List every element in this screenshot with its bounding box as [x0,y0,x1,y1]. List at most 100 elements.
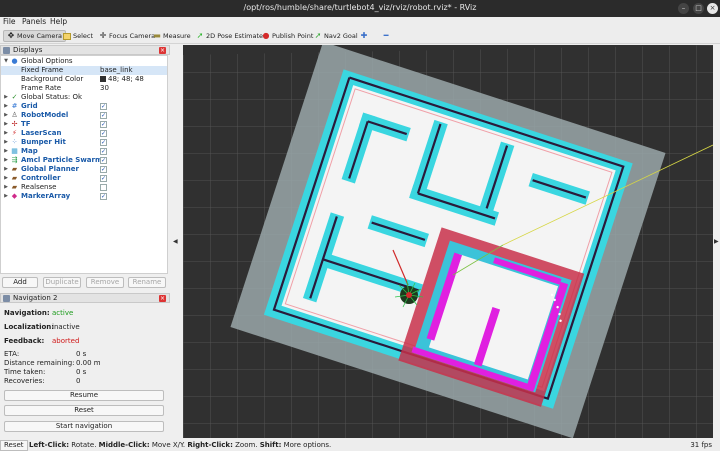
row-name: LaserScan [21,129,62,137]
enabled-checkbox[interactable]: ✓ [100,121,107,128]
robot-icon: ♙ [11,111,18,119]
pose-estimate-tool[interactable]: ➚ 2D Pose Estimate [193,30,266,42]
close-icon[interactable]: × [707,3,718,14]
measure-tool[interactable]: ▬ Measure [150,30,194,42]
panel-icon [3,295,10,302]
disabled-checkbox[interactable] [100,184,107,191]
publish-point-label: Publish Point [272,32,314,40]
enabled-checkbox[interactable]: ✓ [100,139,107,146]
maximize-icon[interactable]: □ [693,3,704,14]
collapsed-arrow-icon[interactable]: ▶ [3,183,9,192]
displays-tree: ▼ ● Global Options Fixed Frame base_link… [0,55,168,274]
enabled-checkbox[interactable]: ✓ [100,148,107,155]
tree-row-grid[interactable]: ▶ # Grid ✓ [1,102,167,111]
color-swatch [100,76,106,82]
collapsed-arrow-icon[interactable]: ▶ [3,156,9,165]
menu-help[interactable]: Help [50,17,67,26]
tree-row-realsense[interactable]: ▶ ▰ Realsense [1,183,167,192]
enabled-checkbox[interactable]: ✓ [100,130,107,137]
eta-label: ETA: [4,350,20,358]
reset-button[interactable]: Reset [4,405,164,416]
collapsed-arrow-icon[interactable]: ▶ [3,138,9,147]
menu-panels[interactable]: Panels [22,17,46,26]
tree-row-global-status[interactable]: ▶ ✓ Global Status: Ok [1,93,167,102]
row-name: Bumper Hit [21,138,66,146]
tree-row-tf[interactable]: ▶ ✢ TF ✓ [1,120,167,129]
collapsed-arrow-icon[interactable]: ▶ [3,165,9,174]
localization-status: inactive [52,323,80,331]
marker-icon: ◆ [11,192,18,200]
focus-camera-tool[interactable]: ✛ Focus Camera [96,30,158,42]
camera-move-icon: ✥ [7,31,15,40]
remove-display-button[interactable]: Remove [86,277,124,288]
tree-row-map[interactable]: ▶ ▦ Map ✓ [1,147,167,156]
enabled-checkbox[interactable]: ✓ [100,193,107,200]
hint-middle-action: Move X/Y. [149,441,188,449]
rename-display-button[interactable]: Rename [128,277,166,288]
tree-row-background-color[interactable]: Background Color 48; 48; 48 [1,75,167,84]
remove-tool-button[interactable]: ━ [379,30,393,42]
collapsed-arrow-icon[interactable]: ▶ [3,174,9,183]
row-name: Grid [21,102,38,110]
collapse-right-icon[interactable]: ▶ [714,238,719,245]
3d-viewport[interactable] [183,45,713,438]
nav2-goal-tool[interactable]: ➚ Nav2 Goal [311,30,361,42]
tree-row-frame-rate[interactable]: Frame Rate 30 [1,84,167,93]
collapsed-arrow-icon[interactable]: ▶ [3,93,9,102]
add-tool-button[interactable]: ✚ [357,30,371,42]
tree-row-global-planner[interactable]: ▶ ▰ Global Planner ✓ [1,165,167,174]
select-tool[interactable]: Select [60,30,96,42]
row-name: Map [21,147,38,155]
ruler-icon: ▬ [153,31,161,40]
navigation-label: Navigation: [4,309,50,317]
close-panel-icon[interactable]: × [159,47,166,54]
tree-row-robotmodel[interactable]: ▶ ♙ RobotModel ✓ [1,111,167,120]
collapsed-arrow-icon[interactable]: ▶ [3,192,9,201]
minimize-icon[interactable]: – [678,3,689,14]
row-name: Frame Rate [21,84,62,92]
frame-rate-value[interactable]: 30 [100,84,109,93]
scene-canvas[interactable] [183,45,713,438]
start-navigation-button[interactable]: Start navigation [4,421,164,432]
enabled-checkbox[interactable]: ✓ [100,157,107,164]
collapsed-arrow-icon[interactable]: ▶ [3,102,9,111]
tree-row-bumper-hit[interactable]: ▶ ⁘ Bumper Hit ✓ [1,138,167,147]
fixed-frame-value[interactable]: base_link [100,66,133,75]
collapsed-arrow-icon[interactable]: ▶ [3,129,9,138]
check-status-icon: ✓ [11,93,18,101]
resume-button[interactable]: Resume [4,390,164,401]
tree-row-global-options[interactable]: ▼ ● Global Options [1,57,167,66]
enabled-checkbox[interactable]: ✓ [100,175,107,182]
duplicate-display-button[interactable]: Duplicate [43,277,81,288]
tree-row-markerarray[interactable]: ▶ ◆ MarkerArray ✓ [1,192,167,201]
focus-camera-label: Focus Camera [109,32,156,40]
tree-row-amcl-particle-swarm[interactable]: ▶ ⇶ Amcl Particle Swarm ✓ [1,156,167,165]
enabled-checkbox[interactable]: ✓ [100,166,107,173]
tree-row-laserscan[interactable]: ▶ ⚡ LaserScan ✓ [1,129,167,138]
menu-file[interactable]: File [3,17,16,26]
navigation-panel: Navigation: active Localization: inactiv… [0,304,170,438]
time-taken-value: 0 s [76,368,87,376]
collapsed-arrow-icon[interactable]: ▶ [3,147,9,156]
collapsed-arrow-icon[interactable]: ▶ [3,111,9,120]
tree-row-controller[interactable]: ▶ ▰ Controller ✓ [1,174,167,183]
pose-arrow-icon: ➚ [196,31,204,40]
goal-arrow-icon: ➚ [314,31,322,40]
tree-row-fixed-frame[interactable]: Fixed Frame base_link [1,66,167,75]
enabled-checkbox[interactable]: ✓ [100,112,107,119]
add-display-button[interactable]: Add [2,277,38,288]
publish-point-tool[interactable]: ● Publish Point [259,30,316,42]
collapsed-arrow-icon[interactable]: ▶ [3,120,9,129]
close-panel-icon[interactable]: × [159,295,166,302]
move-camera-tool[interactable]: ✥ Move Camera [3,30,67,42]
laser-icon: ⚡ [12,129,17,137]
collapse-left-icon[interactable]: ◀ [173,238,178,245]
localization-label: Localization: [4,323,55,331]
reset-view-button[interactable]: Reset [0,440,28,451]
background-color-value[interactable]: 48; 48; 48 [100,75,144,84]
enabled-checkbox[interactable]: ✓ [100,103,107,110]
move-camera-label: Move Camera [17,32,63,40]
row-name: Global Planner [21,165,79,173]
plus-icon: ✚ [360,31,368,40]
expanded-arrow-icon[interactable]: ▼ [3,57,9,66]
